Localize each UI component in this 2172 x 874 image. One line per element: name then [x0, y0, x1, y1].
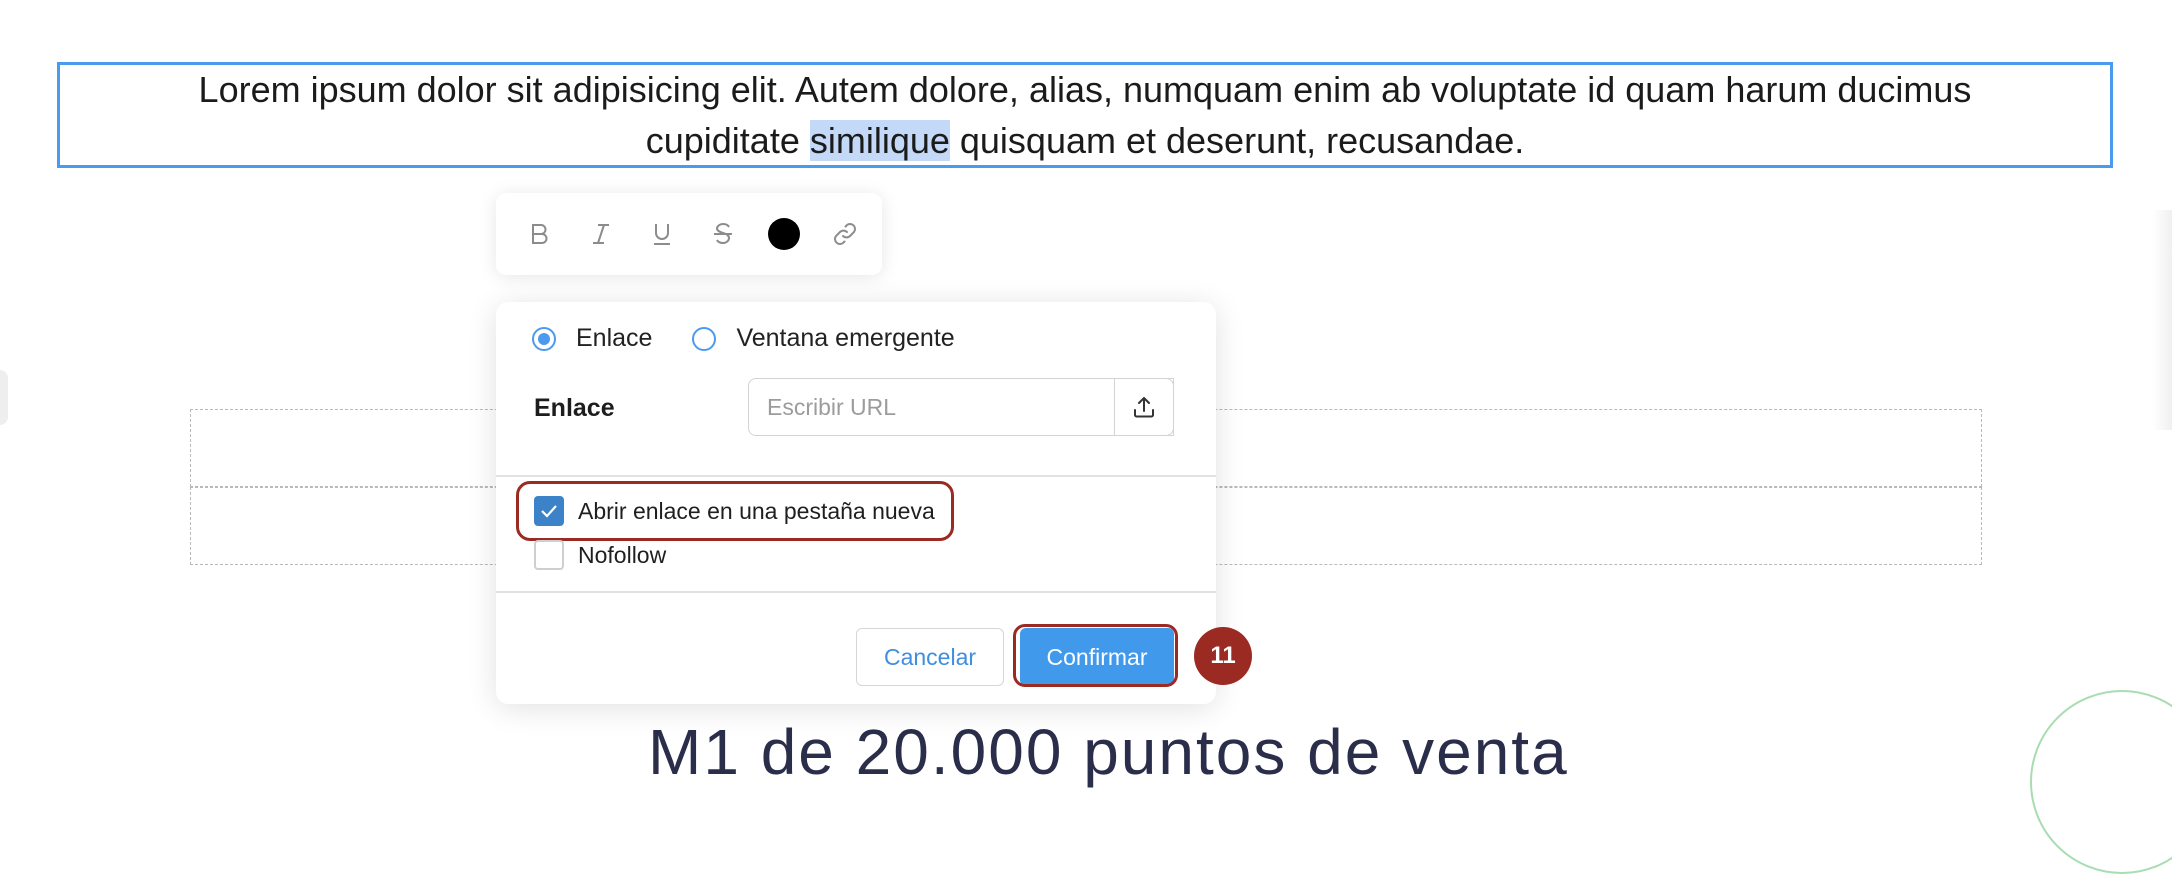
- paragraph-text: Lorem ipsum dolor sit adipisicing elit. …: [198, 69, 1972, 161]
- side-panel-handle[interactable]: [0, 370, 8, 425]
- cancel-button[interactable]: Cancelar: [856, 628, 1004, 686]
- divider: [496, 591, 1216, 593]
- radio-option-popup[interactable]: Ventana emergente: [692, 324, 955, 353]
- highlight-ring: [1013, 624, 1178, 687]
- nofollow-option[interactable]: Nofollow: [534, 540, 666, 570]
- strikethrough-icon[interactable]: [692, 209, 753, 259]
- decorative-arc: [2030, 690, 2172, 874]
- link-icon[interactable]: [814, 209, 875, 259]
- highlight-ring: [516, 481, 954, 541]
- format-toolbar: [496, 193, 882, 275]
- radio-button[interactable]: [692, 326, 717, 351]
- right-panel-edge: [2152, 210, 2172, 430]
- selected-word: similique: [809, 120, 950, 161]
- radio-option-link[interactable]: Enlace: [532, 324, 652, 353]
- radio-label: Ventana emergente: [736, 324, 955, 352]
- section-heading: M1 de 20.000 puntos de venta: [648, 716, 1569, 788]
- link-field-label: Enlace: [534, 394, 615, 422]
- divider: [496, 475, 1216, 477]
- bold-icon[interactable]: [530, 209, 570, 259]
- color-swatch: [767, 218, 800, 250]
- upload-icon: [1134, 397, 1154, 418]
- italic-icon[interactable]: [570, 209, 631, 259]
- link-dialog: Enlace Ventana emergente Enlace Abrir en…: [496, 302, 1216, 704]
- selected-text-block[interactable]: Lorem ipsum dolor sit adipisicing elit. …: [57, 62, 2113, 168]
- url-input[interactable]: [748, 378, 1174, 436]
- nofollow-checkbox[interactable]: [534, 540, 564, 570]
- underline-icon[interactable]: [631, 209, 692, 259]
- step-number-badge: 11: [1194, 627, 1252, 685]
- checkbox-label: Nofollow: [578, 541, 667, 568]
- radio-button[interactable]: [532, 326, 556, 351]
- text-color-picker[interactable]: [753, 209, 814, 259]
- upload-button[interactable]: [1114, 378, 1174, 436]
- radio-label: Enlace: [576, 324, 653, 352]
- link-type-options: Enlace Ventana emergente: [532, 324, 995, 353]
